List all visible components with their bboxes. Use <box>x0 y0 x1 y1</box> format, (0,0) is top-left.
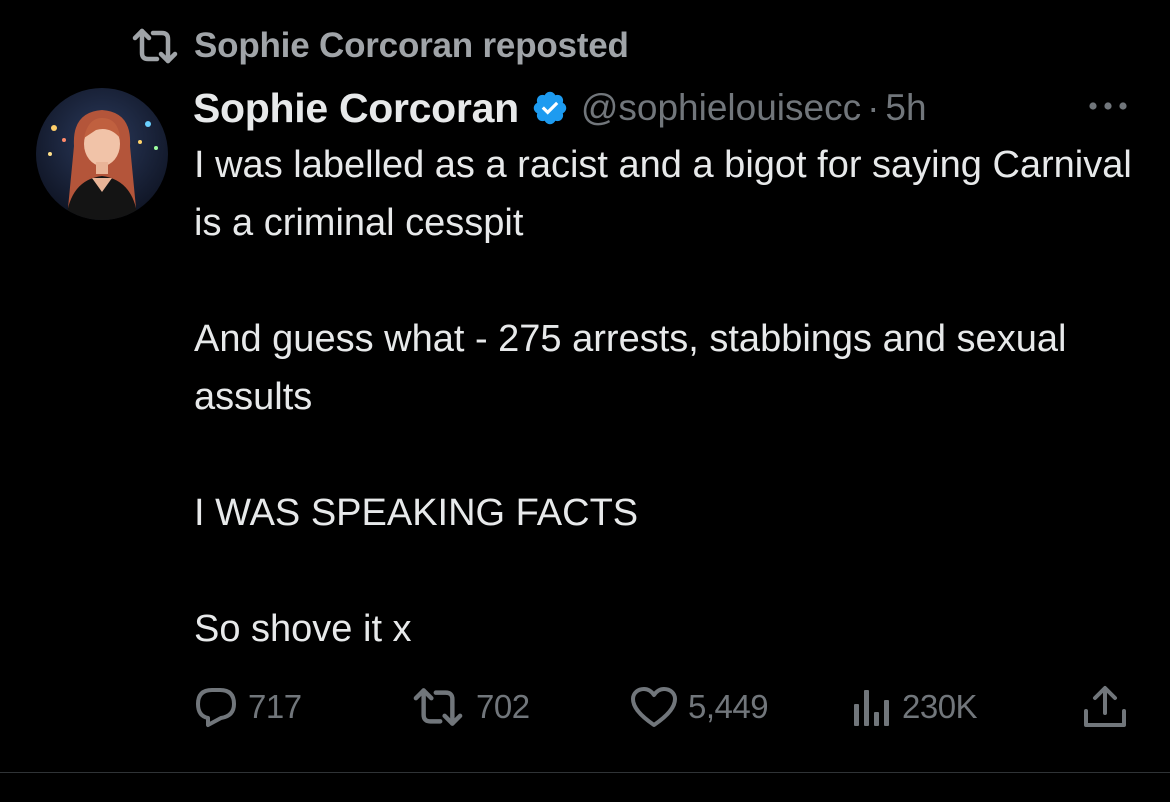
repost-icon <box>132 27 178 65</box>
tweet-divider <box>0 772 1170 773</box>
tweet-paragraph: So shove it x <box>194 608 412 650</box>
reply-icon <box>194 686 238 728</box>
tweet-paragraph: And guess what - 275 arrests, stabbings … <box>194 318 1067 418</box>
tweet[interactable]: Sophie Corcoran reposted Sophie Corcoran… <box>0 0 1170 802</box>
repost-count: 702 <box>476 688 530 725</box>
avatar[interactable] <box>36 88 168 220</box>
view-count: 230K <box>902 688 978 725</box>
action-bar: 717 702 5,449 230K <box>0 682 1170 732</box>
reply-button[interactable]: 717 <box>194 682 302 732</box>
tweet-paragraph: I WAS SPEAKING FACTS <box>194 492 639 534</box>
tweet-text: I was labelled as a racist and a bigot f… <box>194 136 1144 658</box>
more-icon <box>1089 102 1127 110</box>
verified-badge-icon <box>519 89 569 127</box>
repost-context[interactable]: Sophie Corcoran reposted <box>132 24 629 68</box>
heart-icon <box>630 686 678 728</box>
header-separator: · <box>867 87 880 128</box>
more-options-button[interactable] <box>1085 96 1131 116</box>
like-count: 5,449 <box>688 688 769 725</box>
repost-button[interactable]: 702 <box>410 682 530 732</box>
share-button[interactable] <box>1082 682 1128 732</box>
repost-label: Sophie Corcoran reposted <box>194 26 629 65</box>
tweet-paragraph: I was labelled as a racist and a bigot f… <box>194 144 1132 244</box>
author-handle[interactable]: @sophielouisecc <box>581 87 861 129</box>
reply-count: 717 <box>248 688 302 725</box>
author-name[interactable]: Sophie Corcoran <box>193 85 519 132</box>
share-icon <box>1082 685 1128 729</box>
views-icon <box>852 686 892 728</box>
tweet-header: Sophie Corcoran @sophielouisecc · 5h <box>193 80 927 136</box>
like-button[interactable]: 5,449 <box>630 682 769 732</box>
views-button[interactable]: 230K <box>852 682 978 732</box>
repost-icon <box>410 686 466 728</box>
tweet-timestamp[interactable]: 5h <box>885 87 926 129</box>
